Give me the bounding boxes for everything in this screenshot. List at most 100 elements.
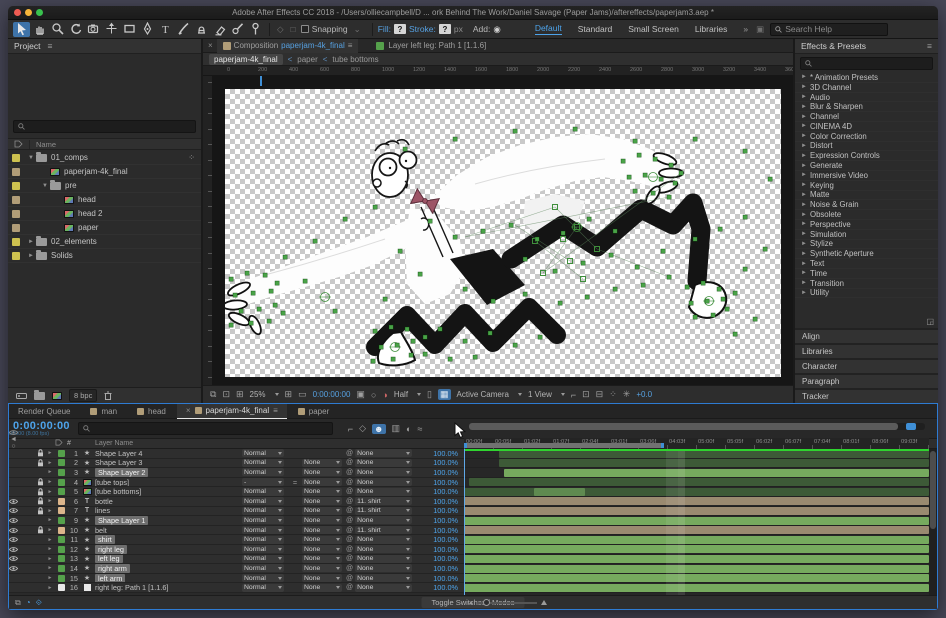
control-point[interactable] xyxy=(423,352,427,356)
expand-transfer-controls-icon[interactable]: ◔ xyxy=(26,598,31,608)
effect-category-synthetic-aperture[interactable]: ►Synthetic Aperture xyxy=(795,249,938,259)
add-shape-icon[interactable]: ◉ xyxy=(493,24,500,35)
twirl-icon[interactable]: ► xyxy=(45,487,55,496)
layer-track-11[interactable] xyxy=(464,535,929,545)
close-tab-icon[interactable]: × xyxy=(208,41,213,50)
roto-brush-tool[interactable] xyxy=(229,22,246,37)
layer-row-16[interactable]: ►16right leg: Path 1 [1.1.6]NormalNone@N… xyxy=(9,583,464,593)
expander-icon[interactable]: ▼ xyxy=(26,155,36,161)
collapse-switch[interactable] xyxy=(288,526,302,535)
control-point[interactable] xyxy=(711,313,715,317)
layer-duration-bar[interactable] xyxy=(464,536,929,544)
clone-stamp-tool[interactable] xyxy=(193,22,210,37)
video-switch[interactable] xyxy=(9,536,18,543)
expander-icon[interactable]: ► xyxy=(801,270,807,276)
control-point[interactable] xyxy=(411,339,415,343)
layer-track-3[interactable] xyxy=(464,468,929,478)
timeline-tab-head[interactable]: head xyxy=(128,404,175,419)
layer-row-6[interactable]: ►6TbottleNormalNone@11. shirt100.0% xyxy=(9,497,464,507)
effect-category-utility[interactable]: ►Utility xyxy=(795,289,938,299)
dropdown[interactable]: Normal xyxy=(242,507,284,515)
expander-icon[interactable]: ► xyxy=(801,202,807,208)
expander-icon[interactable]: ► xyxy=(801,221,807,227)
effect-category-expression-controls[interactable]: ►Expression Controls xyxy=(795,151,938,161)
layer-duration-bar[interactable] xyxy=(464,584,929,592)
pickwhip-icon[interactable]: @ xyxy=(346,450,353,457)
stretch-value[interactable]: 100.0% xyxy=(416,459,464,468)
control-point[interactable] xyxy=(609,253,613,257)
control-point[interactable] xyxy=(701,281,705,285)
control-point[interactable] xyxy=(448,357,452,361)
control-point[interactable] xyxy=(733,291,737,295)
label-chip[interactable] xyxy=(12,210,20,218)
project-item-paper[interactable]: paper xyxy=(8,221,201,235)
interpret-footage-icon[interactable] xyxy=(16,392,27,400)
twirl-icon[interactable]: ► xyxy=(45,545,55,554)
video-switch[interactable] xyxy=(9,507,18,514)
dropdown[interactable]: 11. shirt xyxy=(355,526,412,534)
expander-icon[interactable]: ► xyxy=(801,241,807,247)
pickwhip-icon[interactable]: @ xyxy=(346,507,353,514)
current-time-indicator[interactable] xyxy=(464,449,465,595)
pixel-aspect-icon[interactable]: ⌐ xyxy=(571,390,576,400)
control-point[interactable] xyxy=(717,287,721,291)
twirl-icon[interactable]: ► xyxy=(45,497,55,506)
reset-exposure-icon[interactable]: ✳ xyxy=(623,389,631,400)
hand-tool[interactable] xyxy=(31,22,48,37)
composition-mini-flowchart-icon[interactable]: ⌐ xyxy=(348,424,353,434)
panel-tab-libraries[interactable]: Libraries xyxy=(795,343,938,358)
stretch-value[interactable]: 100.0% xyxy=(416,526,464,535)
panel-tab-tracker[interactable]: Tracker xyxy=(795,388,938,403)
twirl-icon[interactable]: ► xyxy=(45,478,55,487)
layer-row-5[interactable]: ►5[tube bottoms]NormalNone@None100.0% xyxy=(9,487,464,497)
effect-category-cinema-4d[interactable]: ►CINEMA 4D xyxy=(795,122,938,132)
expand-layer-switches-icon[interactable]: ⧉ xyxy=(15,598,21,608)
control-point[interactable] xyxy=(535,237,539,241)
twirl-icon[interactable]: ► xyxy=(45,583,55,592)
dropdown[interactable]: Normal xyxy=(242,574,284,582)
control-point[interactable] xyxy=(633,139,637,143)
lock-switch[interactable] xyxy=(36,459,45,467)
control-point[interactable] xyxy=(523,292,527,296)
magnification-value[interactable]: 25% xyxy=(250,390,266,399)
control-point[interactable] xyxy=(373,205,377,209)
effect-category-generate[interactable]: ►Generate xyxy=(795,161,938,171)
stretch-value[interactable]: 100.0% xyxy=(416,574,464,583)
view-layout-value[interactable]: 1 View xyxy=(528,390,552,399)
lock-switch[interactable] xyxy=(36,507,45,515)
collapse-switch[interactable] xyxy=(288,507,302,516)
control-point[interactable] xyxy=(281,311,285,315)
layer-row-1[interactable]: ►1★Shape Layer 4Normal@None100.0% xyxy=(9,449,464,459)
layer-label-chip[interactable] xyxy=(58,527,65,534)
layer-duration-bar[interactable] xyxy=(464,526,929,534)
new-composition-icon[interactable] xyxy=(52,392,62,400)
project-item-paperjam-4k_final[interactable]: paperjam-4k_final xyxy=(8,165,201,179)
collapse-switch[interactable] xyxy=(288,468,302,477)
expander-icon[interactable]: ► xyxy=(801,114,807,120)
control-point[interactable] xyxy=(753,317,757,321)
control-point[interactable] xyxy=(743,267,747,271)
control-point[interactable] xyxy=(763,247,767,251)
viewer-timecode[interactable]: 0:00:00:00 xyxy=(313,390,351,399)
layer-label-chip[interactable] xyxy=(58,488,65,495)
control-point[interactable] xyxy=(523,257,527,261)
effect-category-immersive-video[interactable]: ►Immersive Video xyxy=(795,171,938,181)
layer-track-9[interactable] xyxy=(464,516,929,526)
draft-3d-icon[interactable]: ◇ xyxy=(359,423,366,434)
layer-label-chip[interactable] xyxy=(58,498,65,505)
expander-icon[interactable]: ► xyxy=(26,239,36,245)
lock-switch[interactable] xyxy=(36,449,45,457)
control-point[interactable] xyxy=(488,331,492,335)
control-point[interactable] xyxy=(513,129,517,133)
zoom-out-mountain-icon[interactable] xyxy=(469,601,473,604)
stretch-value[interactable]: 100.0% xyxy=(416,583,464,592)
effects-panel-menu-icon[interactable]: ≡ xyxy=(927,41,932,51)
dropdown[interactable]: None xyxy=(302,507,342,515)
control-point[interactable] xyxy=(587,217,591,221)
label-chip[interactable] xyxy=(12,154,20,162)
control-point[interactable] xyxy=(561,231,565,235)
dropdown[interactable]: None xyxy=(302,545,342,553)
control-point[interactable] xyxy=(373,329,377,333)
control-point[interactable] xyxy=(667,195,671,199)
expander-icon[interactable]: ► xyxy=(801,163,807,169)
